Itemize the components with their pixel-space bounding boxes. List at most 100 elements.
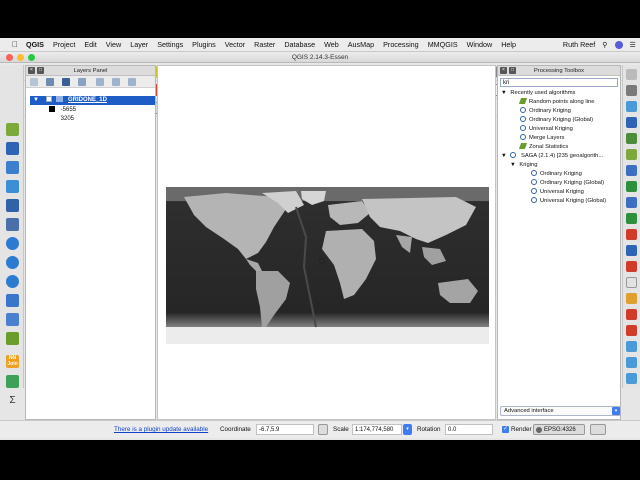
add-wfs-layer-icon[interactable] xyxy=(6,275,19,288)
collapse-arrow-icon[interactable]: ▼ xyxy=(501,153,507,159)
apple-icon[interactable]:  xyxy=(9,40,21,49)
plugin-tool-3-icon[interactable] xyxy=(626,101,637,112)
rotation-field[interactable]: 0.0 xyxy=(445,424,493,435)
render-checkbox[interactable]: ✓ xyxy=(502,426,509,433)
list-item[interactable]: Ordinary Kriging (Global) xyxy=(520,116,593,125)
chevron-down-icon[interactable]: ▾ xyxy=(612,407,620,415)
float-toolbox-icon[interactable]: □ xyxy=(509,67,516,74)
plugin-tool-16-icon[interactable] xyxy=(626,309,637,320)
float-panel-icon[interactable]: □ xyxy=(37,67,44,74)
plugin-tool-1-icon[interactable] xyxy=(626,69,637,80)
add-delimited-text-icon[interactable] xyxy=(6,294,19,307)
plugin-tool-4-icon[interactable] xyxy=(626,117,637,128)
close-window-button[interactable] xyxy=(6,54,13,61)
layer-visibility-checkbox[interactable] xyxy=(45,96,52,102)
algorithm-search-input[interactable]: kri xyxy=(500,78,618,87)
user-name[interactable]: Ruth Reef xyxy=(563,40,595,49)
scale-field[interactable]: 1:174,774,580 xyxy=(352,424,402,435)
lock-scale-icon[interactable] xyxy=(318,424,328,435)
menu-raster[interactable]: Raster xyxy=(254,40,275,49)
plugin-tool-6-icon[interactable] xyxy=(626,149,637,160)
sigma-icon[interactable]: Σ xyxy=(6,394,19,407)
plugin-tool-15-icon[interactable] xyxy=(626,293,637,304)
list-item[interactable]: Ordinary Kriging xyxy=(531,170,582,179)
list-item[interactable]: Universal Kriging xyxy=(531,188,584,197)
list-item[interactable]: Universal Kriging xyxy=(520,125,573,134)
plugin-tool-2-icon[interactable] xyxy=(626,85,637,96)
siri-icon[interactable] xyxy=(614,40,623,49)
menu-help[interactable]: Help xyxy=(501,40,516,49)
plugin-tool-19-icon[interactable] xyxy=(626,357,637,368)
menu-database[interactable]: Database xyxy=(284,40,315,49)
recent-algorithms-group[interactable]: ▼ Recently used algorithms xyxy=(501,89,575,98)
messages-icon[interactable] xyxy=(590,424,606,435)
zoom-window-button[interactable] xyxy=(28,54,35,61)
menu-project[interactable]: Project xyxy=(53,40,75,49)
scale-dropdown-icon[interactable]: ▾ xyxy=(403,424,412,435)
menu-ausmap[interactable]: AusMap xyxy=(348,40,374,49)
list-item[interactable]: Universal Kriging (Global) xyxy=(531,197,606,206)
menu-settings[interactable]: Settings xyxy=(157,40,183,49)
notification-center-icon[interactable]: ☰ xyxy=(630,40,636,49)
collapse-arrow-icon[interactable]: ▼ xyxy=(510,162,516,168)
map-canvas[interactable] xyxy=(157,65,496,420)
plugin-tool-10-icon[interactable] xyxy=(626,213,637,224)
nn-join-icon[interactable]: NN Join xyxy=(6,355,19,368)
expand-all-icon[interactable] xyxy=(96,78,104,86)
menu-app[interactable]: QGIS xyxy=(26,40,44,49)
plugin-tool-12-icon[interactable] xyxy=(626,245,637,256)
remove-layer-icon[interactable] xyxy=(128,78,136,86)
menu-layer[interactable]: Layer xyxy=(130,40,148,49)
new-vector-layer-icon[interactable] xyxy=(6,332,19,345)
expand-arrow-icon[interactable]: ▼ xyxy=(33,97,39,103)
add-postgis-layer-icon[interactable] xyxy=(6,161,19,174)
plugin-tool-5-icon[interactable] xyxy=(626,133,637,144)
plugin-tool-14-icon[interactable] xyxy=(626,277,637,288)
plugin-tool-18-icon[interactable] xyxy=(626,341,637,352)
menu-plugins[interactable]: Plugins xyxy=(192,40,216,49)
menu-processing[interactable]: Processing xyxy=(383,40,419,49)
interface-mode-select[interactable]: Advanced interface ▾ xyxy=(500,406,621,416)
coordinate-field[interactable]: -6.7,5.9 xyxy=(256,424,314,435)
crs-button[interactable]: EPSG:4326 xyxy=(533,424,585,435)
spotlight-search-icon[interactable]: ⚲ xyxy=(602,40,607,49)
add-mssql-layer-icon[interactable] xyxy=(6,199,19,212)
add-group-icon[interactable] xyxy=(46,78,54,86)
layer-row-gridone[interactable]: ▼ GRIDONE_1D xyxy=(30,96,155,105)
kriging-group[interactable]: ▼ Kriging xyxy=(510,161,537,170)
add-vector-layer-icon[interactable] xyxy=(6,123,19,136)
style-manager-icon[interactable] xyxy=(30,78,38,86)
menu-mmqgis[interactable]: MMQGIS xyxy=(428,40,458,49)
raster-calculator-icon[interactable] xyxy=(6,375,19,388)
plugin-update-link[interactable]: There is a plugin update available xyxy=(114,426,208,433)
plugin-tool-11-icon[interactable] xyxy=(626,229,637,240)
plugin-tool-17-icon[interactable] xyxy=(626,325,637,336)
list-item[interactable]: Random points along line xyxy=(518,98,594,107)
add-wms-layer-icon[interactable] xyxy=(6,237,19,250)
collapse-arrow-icon[interactable]: ▼ xyxy=(501,90,507,96)
new-shapefile-icon[interactable] xyxy=(6,313,19,326)
menu-vector[interactable]: Vector xyxy=(225,40,245,49)
add-wcs-layer-icon[interactable] xyxy=(6,256,19,269)
filter-legend-icon[interactable] xyxy=(78,78,86,86)
add-db2-layer-icon[interactable] xyxy=(6,218,19,231)
list-item[interactable]: Ordinary Kriging (Global) xyxy=(531,179,604,188)
saga-group[interactable]: ▼ SAGA (2.1.4) [235 geoalgorith... xyxy=(501,152,603,161)
close-panel-icon[interactable]: × xyxy=(28,67,35,74)
add-raster-layer-icon[interactable] xyxy=(6,142,19,155)
plugin-tool-13-icon[interactable] xyxy=(626,261,637,272)
plugin-tool-7-icon[interactable] xyxy=(626,165,637,176)
plugin-tool-8-icon[interactable] xyxy=(626,181,637,192)
minimize-window-button[interactable] xyxy=(17,54,24,61)
close-toolbox-icon[interactable]: × xyxy=(500,67,507,74)
list-item[interactable]: Ordinary Kriging xyxy=(520,107,571,116)
menu-view[interactable]: View xyxy=(106,40,121,49)
menu-edit[interactable]: Edit xyxy=(84,40,96,49)
add-spatialite-layer-icon[interactable] xyxy=(6,180,19,193)
list-item[interactable]: Zonal Statistics xyxy=(518,143,568,152)
filter-icon[interactable] xyxy=(62,78,70,86)
collapse-all-icon[interactable] xyxy=(112,78,120,86)
menu-web[interactable]: Web xyxy=(324,40,339,49)
list-item[interactable]: Merge Layers xyxy=(520,134,564,143)
plugin-tool-9-icon[interactable] xyxy=(626,197,637,208)
